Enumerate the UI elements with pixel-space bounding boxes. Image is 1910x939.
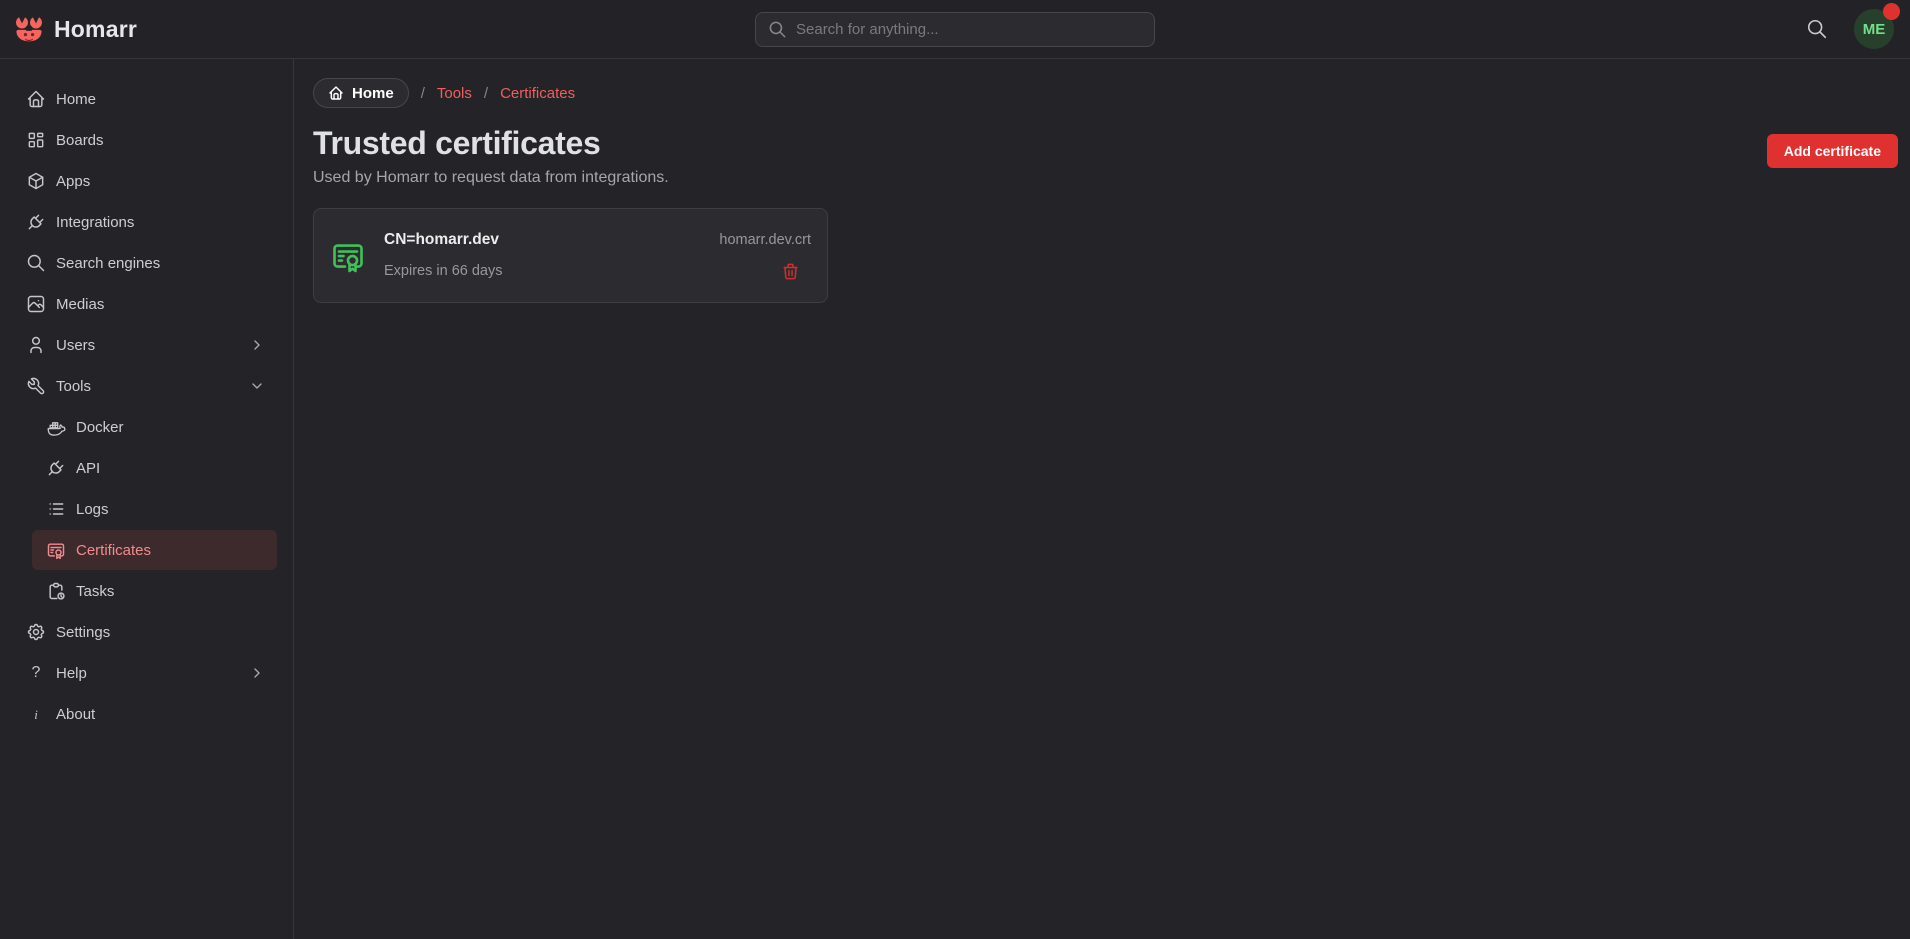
home-icon: [328, 85, 344, 101]
sidebar-item-tasks[interactable]: Tasks: [32, 571, 277, 611]
certificate-icon: [330, 238, 366, 274]
sidebar-item-label: Tasks: [76, 583, 114, 600]
box-icon: [26, 171, 46, 191]
app-title: Homarr: [54, 16, 137, 43]
sidebar-item-settings[interactable]: Settings: [16, 612, 277, 652]
plug-icon: [26, 212, 46, 232]
sidebar-item-search-engines[interactable]: Search engines: [16, 243, 277, 283]
plug-icon: [46, 458, 66, 478]
sidebar-item-label: Logs: [76, 501, 109, 518]
sidebar-item-tools[interactable]: Tools: [16, 366, 277, 406]
sidebar-item-apps[interactable]: Apps: [16, 161, 277, 201]
sidebar-item-label: Apps: [56, 173, 90, 190]
home-icon: [26, 89, 46, 109]
add-certificate-button[interactable]: Add certificate: [1767, 134, 1898, 168]
app-header: Homarr ME: [0, 0, 1910, 59]
info-icon: i: [26, 704, 46, 724]
breadcrumb-tools-link[interactable]: Tools: [437, 85, 472, 102]
sidebar-item-help[interactable]: ? Help: [16, 653, 277, 693]
sidebar-item-medias[interactable]: Medias: [16, 284, 277, 324]
sidebar-item-boards[interactable]: Boards: [16, 120, 277, 160]
certificate-card: CN=homarr.dev homarr.dev.crt Expires in …: [313, 208, 828, 303]
notification-dot: [1883, 3, 1900, 20]
breadcrumb: Home / Tools / Certificates: [313, 78, 1898, 108]
main-content: Home / Tools / Certificates Trusted cert…: [295, 59, 1910, 939]
sidebar-item-label: API: [76, 460, 100, 477]
sidebar-item-docker[interactable]: Docker: [32, 407, 277, 447]
sidebar-item-label: Tools: [56, 378, 91, 395]
user-icon: [26, 335, 46, 355]
header-search-button[interactable]: [1802, 14, 1832, 44]
certificate-expiry: Expires in 66 days: [384, 263, 502, 279]
sidebar-nav: Home Boards Apps Integrations Search eng…: [0, 59, 294, 939]
page-title-block: Trusted certificates Used by Homarr to r…: [313, 125, 669, 187]
sidebar-item-home[interactable]: Home: [16, 79, 277, 119]
sidebar-item-api[interactable]: API: [32, 448, 277, 488]
sidebar-item-users[interactable]: Users: [16, 325, 277, 365]
sidebar-item-label: Users: [56, 337, 95, 354]
sidebar-item-label: Certificates: [76, 542, 151, 559]
photo-icon: [26, 294, 46, 314]
sidebar-item-label: Boards: [56, 132, 104, 149]
page-header: Trusted certificates Used by Homarr to r…: [313, 125, 1898, 187]
page-title: Trusted certificates: [313, 125, 669, 162]
certificate-common-name: CN=homarr.dev: [384, 231, 499, 249]
gear-icon: [26, 622, 46, 642]
breadcrumb-certificates-link[interactable]: Certificates: [500, 85, 575, 102]
breadcrumb-separator: /: [421, 85, 425, 102]
certificate-icon: [46, 540, 66, 560]
clipboard-clock-icon: [46, 581, 66, 601]
sidebar-item-label: Search engines: [56, 255, 160, 272]
list-icon: [46, 499, 66, 519]
page-subtitle: Used by Homarr to request data from inte…: [313, 169, 669, 187]
delete-certificate-button[interactable]: [781, 262, 800, 281]
certificate-details: CN=homarr.dev homarr.dev.crt Expires in …: [384, 231, 811, 281]
homarr-crab-icon: [14, 15, 44, 43]
wrench-icon: [26, 376, 46, 396]
chevron-down-icon: [249, 378, 265, 394]
search-icon: [768, 20, 787, 39]
sidebar-item-label: Home: [56, 91, 96, 108]
trash-icon: [781, 262, 800, 281]
header-actions: ME: [1802, 9, 1896, 49]
chevron-right-icon: [249, 337, 265, 353]
sidebar-item-label: Docker: [76, 419, 124, 436]
sidebar-item-label: Settings: [56, 624, 110, 641]
search-icon: [26, 253, 46, 273]
breadcrumb-home[interactable]: Home: [313, 78, 409, 108]
sidebar-item-label: Help: [56, 665, 87, 682]
chevron-right-icon: [249, 665, 265, 681]
sidebar-item-logs[interactable]: Logs: [32, 489, 277, 529]
search-icon: [1806, 18, 1828, 40]
app-logo[interactable]: Homarr: [14, 15, 137, 43]
sidebar-item-label: Integrations: [56, 214, 134, 231]
sidebar-item-about[interactable]: i About: [16, 694, 277, 734]
certificate-file-name: homarr.dev.crt: [719, 232, 811, 248]
global-search[interactable]: [755, 12, 1155, 47]
avatar-initials: ME: [1863, 21, 1886, 38]
sidebar-item-integrations[interactable]: Integrations: [16, 202, 277, 242]
sidebar-item-certificates[interactable]: Certificates: [32, 530, 277, 570]
user-avatar[interactable]: ME: [1854, 9, 1894, 49]
dashboard-icon: [26, 130, 46, 150]
breadcrumb-separator: /: [484, 85, 488, 102]
sidebar-item-label: Medias: [56, 296, 104, 313]
search-input[interactable]: [796, 21, 1142, 38]
help-icon: ?: [26, 663, 46, 683]
sidebar-item-label: About: [56, 706, 95, 723]
docker-icon: [46, 417, 66, 437]
breadcrumb-home-label: Home: [352, 85, 394, 102]
